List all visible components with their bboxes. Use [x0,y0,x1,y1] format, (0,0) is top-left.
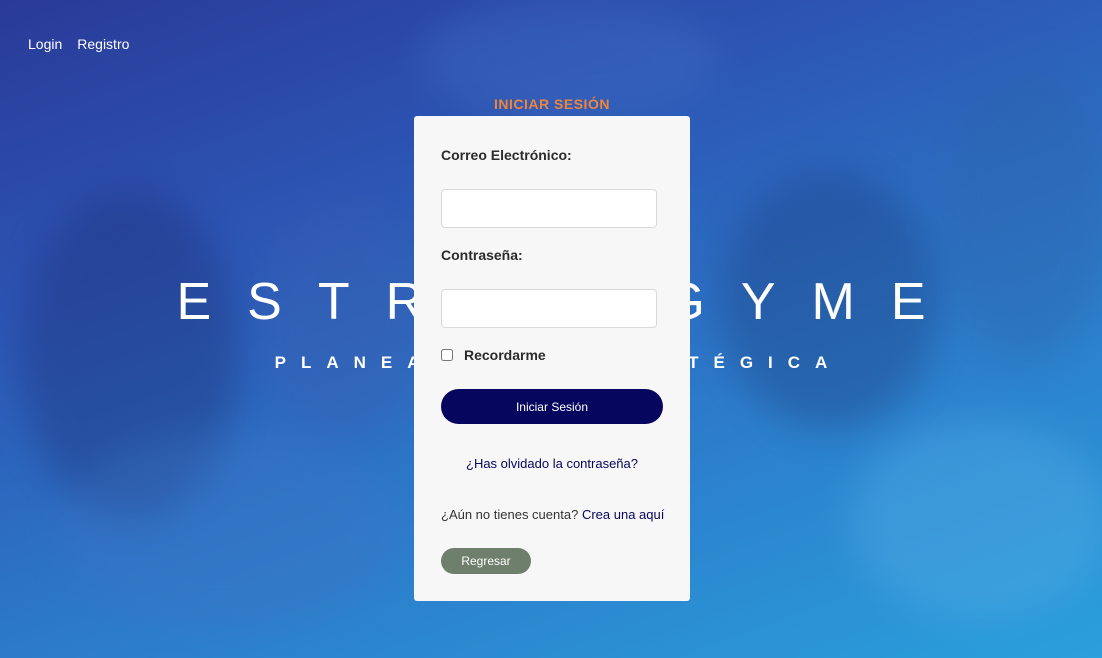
password-field[interactable] [441,289,657,328]
nav-register-link[interactable]: Registro [77,36,129,52]
no-account-text: ¿Aún no tienes cuenta? [441,507,579,522]
nav-login-link[interactable]: Login [28,36,62,52]
login-submit-button[interactable]: Iniciar Sesión [441,389,663,424]
remember-me-checkbox[interactable] [441,349,453,361]
remember-me-label: Recordarme [464,347,546,363]
email-field[interactable] [441,189,657,228]
login-heading: INICIAR SESIÓN [494,96,610,112]
background-photo-blur [850,420,1102,620]
password-label: Contraseña: [441,247,523,263]
hero-background: Login Registro ESTRATEGYME PLANEACIÓN ES… [0,0,1102,658]
forgot-password-link[interactable]: ¿Has olvidado la contraseña? [414,456,690,471]
login-card: Correo Electrónico: Contraseña: Recordar… [414,116,690,601]
email-label: Correo Electrónico: [441,147,572,163]
remember-me-row: Recordarme [441,347,546,363]
signup-line: ¿Aún no tienes cuenta? Crea una aquí [441,507,664,522]
background-photo-blur [60,430,400,630]
top-nav: Login Registro [28,36,129,52]
signup-link[interactable]: Crea una aquí [582,507,664,522]
back-button[interactable]: Regresar [441,548,531,574]
